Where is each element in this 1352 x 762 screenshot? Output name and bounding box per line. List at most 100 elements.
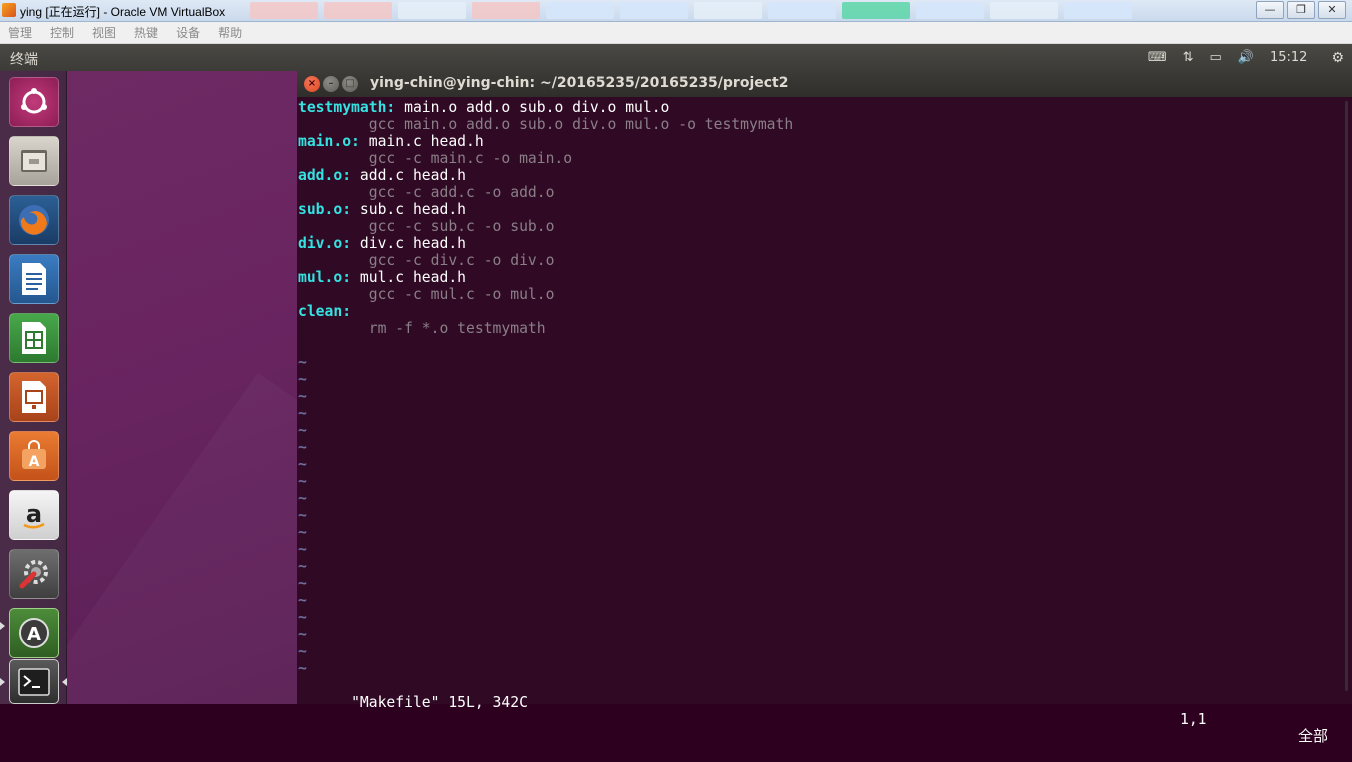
- gear-icon[interactable]: ⚙: [1331, 50, 1344, 66]
- terminal-window[interactable]: × – □ ying-chin@ying-chin: ~/20165235/20…: [297, 71, 1352, 745]
- vim-tilde-line: ~: [298, 541, 307, 558]
- makefile-dependencies: mul.c head.h: [351, 269, 467, 286]
- libreoffice-writer-icon[interactable]: [9, 254, 59, 304]
- vim-tilde-line: ~: [298, 405, 307, 422]
- close-window-button[interactable]: ×: [304, 76, 320, 92]
- makefile-recipe: rm -f *.o testmymath: [298, 320, 546, 337]
- makefile-target: testmymath:: [298, 99, 396, 116]
- host-tab[interactable]: [472, 2, 540, 19]
- host-tab[interactable]: [324, 2, 392, 19]
- desktop-wallpaper: [67, 71, 298, 704]
- makefile-recipe: gcc -c mul.c -o mul.o: [298, 286, 555, 303]
- firefox-icon[interactable]: [9, 195, 59, 245]
- panel-clock[interactable]: 15:12: [1270, 50, 1307, 65]
- svg-text:A: A: [27, 624, 41, 645]
- panel-indicators: ⌨ ⇅ ▭ 🔊 15:12 ⚙: [1148, 44, 1344, 71]
- svg-text:A: A: [29, 454, 40, 470]
- vim-tilde-line: ~: [298, 388, 307, 405]
- host-tab[interactable]: [916, 2, 984, 19]
- software-updater-icon[interactable]: A: [9, 608, 59, 658]
- menu-view[interactable]: 视图: [92, 22, 116, 44]
- makefile-line: sub.o: sub.c head.h: [298, 201, 466, 218]
- makefile-target: clean:: [298, 303, 352, 320]
- makefile-line: testmymath: main.o add.o sub.o div.o mul…: [298, 99, 669, 116]
- menu-devices[interactable]: 设备: [176, 22, 200, 44]
- vbox-menubar: 管理 控制 视图 热键 设备 帮助: [0, 22, 1352, 44]
- libreoffice-impress-icon[interactable]: [9, 372, 59, 422]
- makefile-target: mul.o:: [298, 269, 352, 286]
- files-icon[interactable]: [9, 136, 59, 186]
- launcher-running-pip: [0, 678, 5, 686]
- vim-tilde-line: ~: [298, 575, 307, 592]
- terminal-scrollbar[interactable]: [1337, 97, 1352, 704]
- network-icon[interactable]: ⇅: [1183, 50, 1194, 65]
- makefile-target: div.o:: [298, 235, 352, 252]
- host-window-controls: — ❐ ✕: [1256, 1, 1346, 19]
- makefile-target: main.o:: [298, 133, 360, 150]
- terminal-titlebar[interactable]: × – □ ying-chin@ying-chin: ~/20165235/20…: [297, 71, 1352, 97]
- makefile-line: gcc -c main.c -o main.o: [298, 150, 572, 167]
- makefile-dependencies: div.c head.h: [351, 235, 467, 252]
- menu-help[interactable]: 帮助: [218, 22, 242, 44]
- host-taskbar-tabs: [250, 2, 1132, 19]
- vim-tilde-line: ~: [298, 609, 307, 626]
- vim-tilde-line: ~: [298, 660, 307, 677]
- makefile-dependencies: sub.c head.h: [351, 201, 467, 218]
- makefile-line: main.o: main.c head.h: [298, 133, 484, 150]
- vim-tilde-line: ~: [298, 456, 307, 473]
- terminal-title: ying-chin@ying-chin: ~/20165235/20165235…: [370, 75, 789, 91]
- makefile-line: add.o: add.c head.h: [298, 167, 466, 184]
- host-tab[interactable]: [1064, 2, 1132, 19]
- close-button[interactable]: ✕: [1318, 1, 1346, 19]
- makefile-line: gcc -c div.c -o div.o: [298, 252, 555, 269]
- restore-button[interactable]: ❐: [1287, 1, 1315, 19]
- terminal-icon[interactable]: [9, 659, 59, 704]
- unity-launcher: A a A: [0, 71, 67, 704]
- menu-hotkey[interactable]: 热键: [134, 22, 158, 44]
- system-settings-icon[interactable]: [9, 549, 59, 599]
- host-tab[interactable]: [694, 2, 762, 19]
- makefile-target: sub.o:: [298, 201, 352, 218]
- makefile-dependencies: main.o add.o sub.o div.o mul.o: [395, 99, 670, 116]
- host-tab[interactable]: [398, 2, 466, 19]
- vim-tilde-line: ~: [298, 371, 307, 388]
- host-tab[interactable]: [620, 2, 688, 19]
- keyboard-icon[interactable]: ⌨: [1148, 50, 1167, 65]
- menu-control[interactable]: 控制: [50, 22, 74, 44]
- host-tab[interactable]: [546, 2, 614, 19]
- dash-home-icon[interactable]: [9, 77, 59, 127]
- vim-tilde-line: ~: [298, 592, 307, 609]
- makefile-line: gcc -c sub.c -o sub.o: [298, 218, 555, 235]
- host-tab-active[interactable]: [842, 2, 910, 19]
- makefile-dependencies: add.c head.h: [351, 167, 467, 184]
- minimize-window-button[interactable]: –: [323, 76, 339, 92]
- host-tab[interactable]: [768, 2, 836, 19]
- maximize-window-button[interactable]: □: [342, 76, 358, 92]
- makefile-line: div.o: div.c head.h: [298, 235, 466, 252]
- amazon-icon[interactable]: a: [9, 490, 59, 540]
- makefile-target: add.o:: [298, 167, 352, 184]
- terminal-scroll-thumb[interactable]: [1345, 101, 1348, 691]
- makefile-line: gcc -c mul.c -o mul.o: [298, 286, 555, 303]
- vim-tilde-line: ~: [298, 643, 307, 660]
- makefile-recipe: gcc main.o add.o sub.o div.o mul.o -o te…: [298, 116, 794, 133]
- makefile-line: clean:: [298, 303, 351, 320]
- vim-tilde-line: ~: [298, 626, 307, 643]
- makefile-line: gcc -c add.c -o add.o: [298, 184, 555, 201]
- host-tab[interactable]: [250, 2, 318, 19]
- virtualbox-icon: [2, 3, 16, 17]
- battery-icon[interactable]: ▭: [1209, 50, 1221, 65]
- launcher-running-pip: [0, 622, 5, 630]
- host-tab[interactable]: [990, 2, 1058, 19]
- vim-tilde-line: ~: [298, 422, 307, 439]
- ubuntu-top-panel: 终端 ⌨ ⇅ ▭ 🔊 15:12 ⚙: [0, 44, 1352, 71]
- svg-text:a: a: [26, 500, 42, 528]
- terminal-body[interactable]: testmymath: main.o add.o sub.o div.o mul…: [297, 97, 1337, 745]
- volume-icon[interactable]: 🔊: [1238, 50, 1254, 65]
- menu-manage[interactable]: 管理: [8, 22, 32, 44]
- vim-tilde-line: ~: [298, 524, 307, 541]
- minimize-button[interactable]: —: [1256, 1, 1284, 19]
- libreoffice-calc-icon[interactable]: [9, 313, 59, 363]
- software-center-icon[interactable]: A: [9, 431, 59, 481]
- host-titlebar: ying [正在运行] - Oracle VM VirtualBox — ❐ ✕: [0, 0, 1352, 22]
